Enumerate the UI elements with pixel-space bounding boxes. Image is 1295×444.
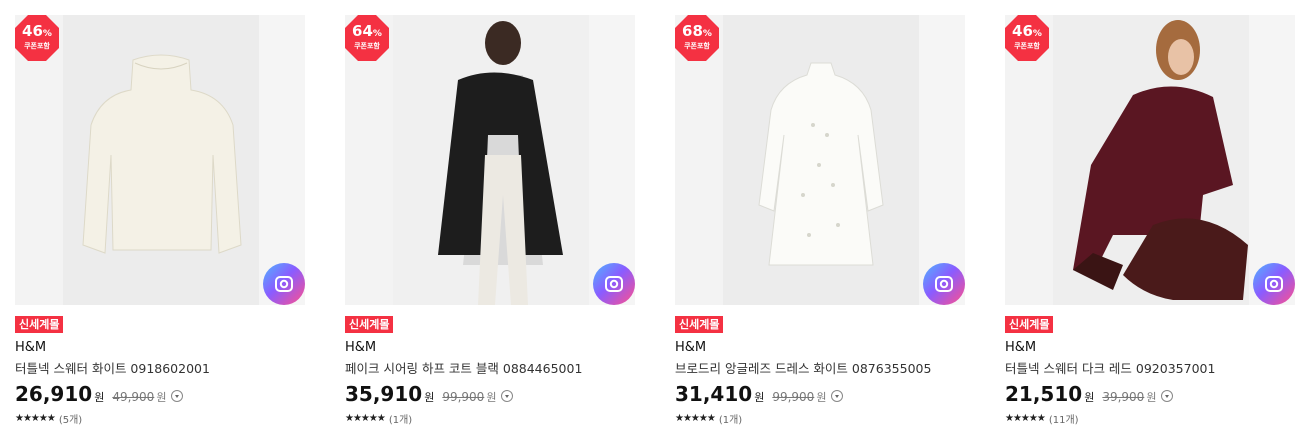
brand-name: H&M <box>675 340 707 355</box>
discount-badge: 46% 쿠폰포함 <box>15 15 59 61</box>
original-price: 99,900 <box>772 390 815 404</box>
price-info-icon[interactable] <box>831 390 844 402</box>
mall-tag: 신세계몰 <box>15 316 64 333</box>
original-price: 99,900 <box>442 390 485 404</box>
sweater-dark-red-image <box>1053 15 1249 305</box>
star-rating-icon: ★★★★★ <box>345 413 386 424</box>
camera-lens-icon[interactable] <box>1253 263 1295 305</box>
sale-price: 26,910 <box>15 382 93 406</box>
star-rating-icon: ★★★★★ <box>1005 413 1046 424</box>
coat-black-image <box>393 15 589 305</box>
star-rating-icon: ★★★★★ <box>675 413 716 424</box>
camera-lens-icon[interactable] <box>923 263 965 305</box>
product-card[interactable]: 46% 쿠폰포함 신세계몰 H&M 터틀넥 스웨터 다크 레드 09203570… <box>1005 15 1295 435</box>
review-count: (11개) <box>1048 415 1079 426</box>
product-title[interactable]: 브로드리 앙글레즈 드레스 화이트 0876355005 <box>675 358 931 377</box>
review-count: (5개) <box>58 415 83 426</box>
product-card[interactable]: 64% 쿠폰포함 신세계몰 H&M 페이크 시어링 하프 코트 블랙 08844… <box>345 15 635 435</box>
mall-tag: 신세계몰 <box>345 316 394 333</box>
discount-badge: 68% 쿠폰포함 <box>675 15 719 61</box>
review-count: (1개) <box>718 415 743 426</box>
product-grid: 46% 쿠폰포함 신세계몰 H&M 터틀넥 스웨터 화이트 0918602001… <box>0 0 1295 444</box>
original-price: 39,900 <box>1102 390 1145 404</box>
product-image[interactable]: 68% 쿠폰포함 <box>675 15 965 305</box>
product-card[interactable]: 46% 쿠폰포함 신세계몰 H&M 터틀넥 스웨터 화이트 0918602001… <box>15 15 305 435</box>
sale-price: 21,510 <box>1005 382 1083 406</box>
product-image[interactable]: 46% 쿠폰포함 <box>1005 15 1295 305</box>
price-row: 26,910 원 49,900 원 <box>15 382 184 406</box>
rating: ★★★★★ (1개) <box>345 411 412 426</box>
camera-lens-icon[interactable] <box>263 263 305 305</box>
original-price: 49,900 <box>112 390 155 404</box>
product-title[interactable]: 페이크 시어링 하프 코트 블랙 0884465001 <box>345 358 582 377</box>
sale-price: 35,910 <box>345 382 423 406</box>
price-info-icon[interactable] <box>501 390 514 402</box>
price-row: 31,410 원 99,900 원 <box>675 382 844 406</box>
price-row: 21,510 원 39,900 원 <box>1005 382 1174 406</box>
brand-name: H&M <box>15 340 47 355</box>
rating: ★★★★★ (5개) <box>15 411 82 426</box>
discount-badge: 46% 쿠폰포함 <box>1005 15 1049 61</box>
sale-price: 31,410 <box>675 382 753 406</box>
product-image[interactable]: 64% 쿠폰포함 <box>345 15 635 305</box>
star-rating-icon: ★★★★★ <box>15 413 56 424</box>
rating: ★★★★★ (11개) <box>1005 411 1079 426</box>
product-title[interactable]: 터틀넥 스웨터 다크 레드 0920357001 <box>1005 358 1215 377</box>
review-count: (1개) <box>388 415 413 426</box>
price-info-icon[interactable] <box>1161 390 1174 402</box>
mall-tag: 신세계몰 <box>1005 316 1054 333</box>
discount-badge: 64% 쿠폰포함 <box>345 15 389 61</box>
camera-lens-icon[interactable] <box>593 263 635 305</box>
brand-name: H&M <box>345 340 377 355</box>
product-card[interactable]: 68% 쿠폰포함 신세계몰 H&M 브로드리 앙글레즈 드레스 화이트 0876… <box>675 15 965 435</box>
product-title[interactable]: 터틀넥 스웨터 화이트 0918602001 <box>15 358 210 377</box>
brand-name: H&M <box>1005 340 1037 355</box>
product-image[interactable]: 46% 쿠폰포함 <box>15 15 305 305</box>
sweater-white-image <box>63 15 259 305</box>
price-row: 35,910 원 99,900 원 <box>345 382 514 406</box>
price-info-icon[interactable] <box>171 390 184 402</box>
dress-white-image <box>723 15 919 305</box>
mall-tag: 신세계몰 <box>675 316 724 333</box>
rating: ★★★★★ (1개) <box>675 411 742 426</box>
